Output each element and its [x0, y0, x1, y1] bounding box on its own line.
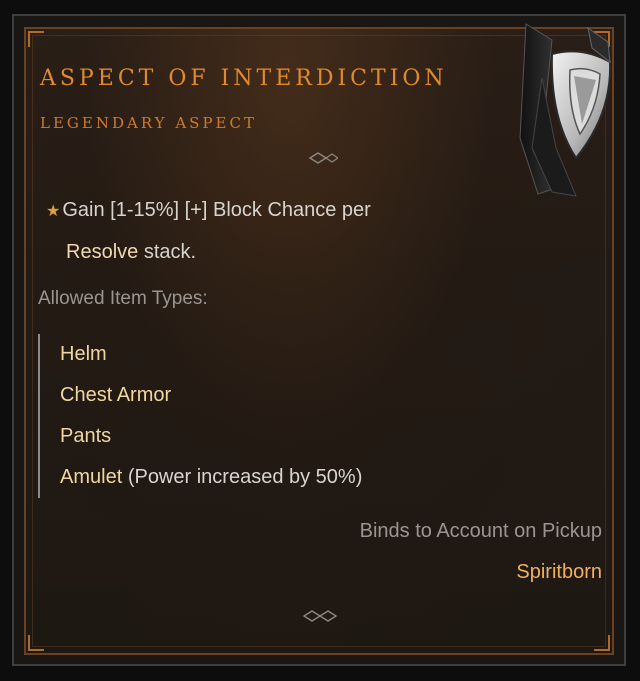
affix-resolve-keyword[interactable]: Resolve — [66, 241, 138, 263]
corner-ornament — [28, 635, 44, 651]
star-icon: ★ — [46, 203, 61, 220]
binds-to-account-text: Binds to Account on Pickup — [359, 520, 602, 542]
aspect-tooltip: ASPECT OF INTERDICTION LEGENDARY ASPECT — [0, 0, 640, 681]
divider-ornament-icon — [48, 610, 592, 622]
aspect-title: ASPECT OF INTERDICTION — [40, 66, 448, 91]
affix-suffix: stack. — [143, 241, 197, 263]
divider-ornament-icon — [48, 152, 338, 164]
list-item: Amulet (Power increased by 50%) — [60, 466, 363, 488]
affix-prefix: Gain [1-15%] [+] Block Chance per — [62, 199, 371, 221]
list-item: Pants — [60, 425, 112, 447]
allowed-item-types-label: Allowed Item Types: — [38, 288, 208, 309]
aspect-rarity-label: LEGENDARY ASPECT — [40, 114, 257, 132]
class-requirement: Spiritborn — [516, 561, 602, 583]
power-increase-note: (Power increased by 50%) — [127, 466, 363, 488]
corner-ornament — [28, 31, 44, 47]
list-item: Helm — [60, 343, 107, 365]
allowed-item-types-list: Helm Chest Armor Pants Amulet (Power inc… — [38, 334, 362, 498]
shield-item-icon — [519, 23, 612, 197]
corner-ornament — [594, 635, 610, 651]
list-item: Chest Armor — [60, 384, 172, 406]
aspect-affix-text: ★ Gain [1-15%] [+] Block Chance per Resol… — [46, 190, 566, 272]
